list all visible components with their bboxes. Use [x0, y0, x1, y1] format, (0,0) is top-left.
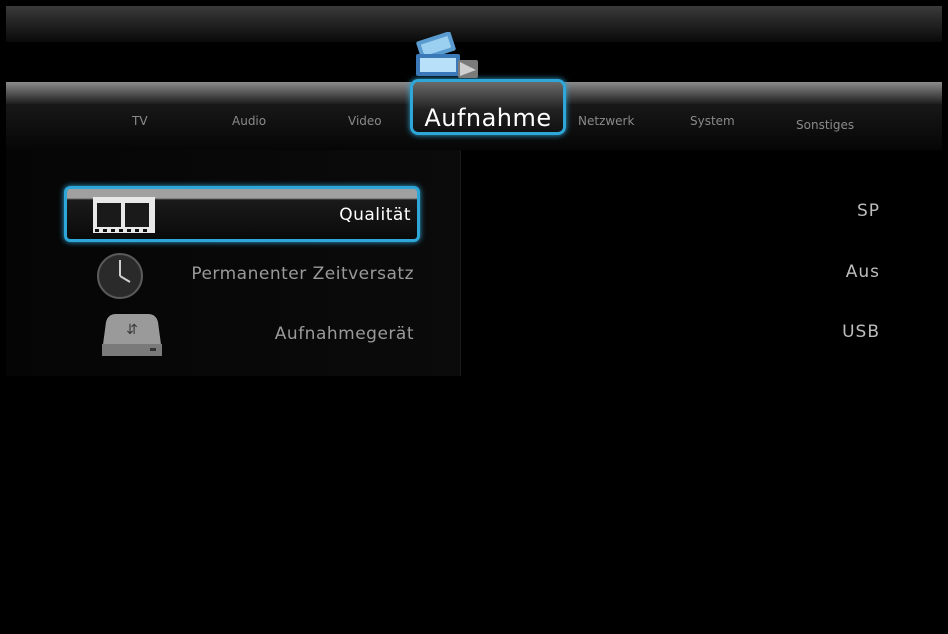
tab-audio[interactable]: Audio: [232, 114, 266, 128]
tab-system[interactable]: System: [690, 114, 735, 128]
settings-screen: TV Audio Video Netzwerk System Sonstiges…: [6, 6, 942, 628]
tab-sonstiges[interactable]: Sonstiges: [796, 118, 854, 132]
svg-text:⇵: ⇵: [126, 322, 138, 338]
recording-category-icon: [416, 32, 478, 78]
setting-value-qualitaet: SP: [856, 201, 880, 221]
usb-drive-icon: ⇵: [102, 314, 162, 356]
settings-list: Qualität Permanenter Zeitversatz ⇵ Aufna…: [6, 150, 461, 376]
setting-value-zeitversatz: Aus: [845, 262, 880, 282]
tab-aufnahme[interactable]: Aufnahme: [410, 79, 566, 135]
setting-row-aufnahmegeraet[interactable]: ⇵ Aufnahmegerät: [64, 308, 420, 364]
tab-tv[interactable]: TV: [132, 114, 148, 128]
setting-label: Qualität: [339, 205, 411, 225]
tab-video[interactable]: Video: [348, 114, 382, 128]
setting-label: Permanenter Zeitversatz: [191, 264, 414, 284]
setting-row-qualitaet[interactable]: Qualität: [64, 186, 420, 242]
setting-row-zeitversatz[interactable]: Permanenter Zeitversatz: [64, 248, 420, 304]
film-strip-icon: [93, 197, 155, 233]
setting-label: Aufnahmegerät: [274, 324, 414, 344]
clock-icon: [97, 253, 143, 299]
tab-aufnahme-label: Aufnahme: [424, 104, 552, 132]
setting-value-aufnahmegeraet: USB: [842, 322, 880, 342]
tab-netzwerk[interactable]: Netzwerk: [578, 114, 634, 128]
